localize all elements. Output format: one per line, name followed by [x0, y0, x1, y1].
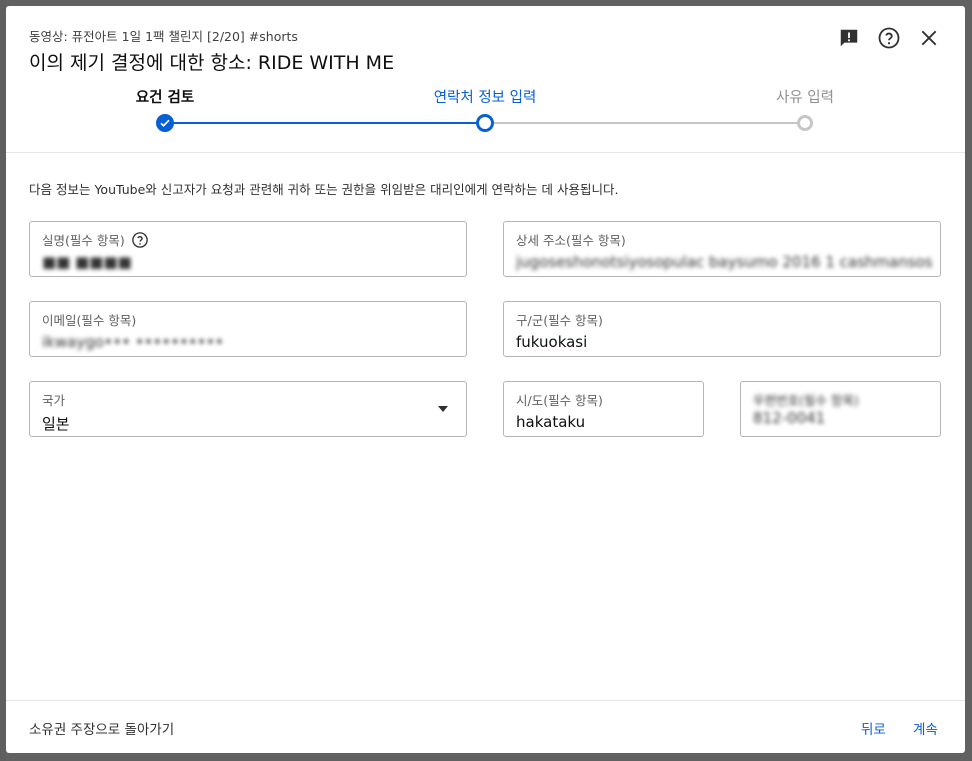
- step-line-pending: [485, 122, 805, 124]
- step-label-reason: 사유 입력: [776, 90, 834, 106]
- city-input[interactable]: hakataku: [516, 413, 585, 431]
- step-dot-contact: [476, 114, 494, 132]
- email-field-label: 이메일(필수 항목): [42, 313, 137, 328]
- close-icon[interactable]: [917, 26, 941, 50]
- name-label-text: 실명(필수 항목): [42, 233, 125, 248]
- dropdown-arrow-icon: [438, 406, 448, 412]
- appeal-dialog: 동영상: 퓨전아트 1일 1팩 챌린지 [2/20] #shorts 이의 제기…: [6, 6, 965, 753]
- help-icon[interactable]: [131, 231, 149, 249]
- help-icon[interactable]: [877, 26, 901, 50]
- address-field[interactable]: 상세 주소(필수 항목) jugoseshonotsiyosopulac bay…: [503, 221, 941, 277]
- email-field[interactable]: 이메일(필수 항목) ikwaygo••• ••••••••••: [29, 301, 467, 357]
- address-field-label: 상세 주소(필수 항목): [516, 233, 626, 248]
- district-input[interactable]: fukuokasi: [516, 333, 587, 351]
- name-field-label: 실명(필수 항목): [42, 230, 149, 249]
- step-line-completed: [165, 122, 485, 124]
- postal-input[interactable]: 812-0041: [753, 409, 825, 427]
- step-label-contact: 연락처 정보 입력: [433, 90, 537, 106]
- name-input[interactable]: ■■ ■■■■: [42, 253, 182, 271]
- postal-field-label: 우편번호(필수 항목): [753, 393, 859, 408]
- name-field[interactable]: 실명(필수 항목) ■■ ■■■■: [29, 221, 467, 277]
- country-value: 일본: [42, 415, 70, 433]
- dialog-title: 이의 제기 결정에 대한 항소: RIDE WITH ME: [29, 48, 394, 75]
- footer-divider: [6, 700, 965, 701]
- video-title: RIDE WITH ME: [251, 52, 395, 74]
- info-text: 다음 정보는 YouTube와 신고자가 요청과 관련해 귀하 또는 권한을 위…: [29, 182, 619, 197]
- back-button[interactable]: 뒤로: [861, 718, 886, 738]
- progress-stepper: 요건 검토 연락처 정보 입력 사유 입력: [6, 86, 965, 136]
- step-label-requirements: 요건 검토: [135, 90, 195, 106]
- district-field-label: 구/군(필수 항목): [516, 313, 603, 328]
- title-prefix: 이의 제기 결정에 대한 항소:: [29, 52, 252, 74]
- country-field-label: 국가: [42, 393, 66, 408]
- dialog-header: 동영상: 퓨전아트 1일 1팩 챌린지 [2/20] #shorts 이의 제기…: [6, 6, 965, 154]
- continue-button[interactable]: 계속: [913, 718, 938, 738]
- email-input[interactable]: ikwaygo••• ••••••••••: [42, 333, 232, 351]
- check-icon: [160, 119, 170, 127]
- country-select[interactable]: 국가 일본: [29, 381, 467, 437]
- city-field[interactable]: 시/도(필수 항목) hakataku: [503, 381, 704, 437]
- header-divider: [6, 152, 965, 153]
- step-dot-reason: [797, 115, 813, 131]
- address-input[interactable]: jugoseshonotsiyosopulac baysumo 2016 1 c…: [516, 253, 932, 271]
- postal-field[interactable]: 우편번호(필수 항목) 812-0041: [740, 381, 941, 437]
- step-dot-requirements: [156, 114, 174, 132]
- district-field[interactable]: 구/군(필수 항목) fukuokasi: [503, 301, 941, 357]
- back-to-claim-link[interactable]: 소유권 주장으로 돌아가기: [29, 718, 174, 738]
- city-field-label: 시/도(필수 항목): [516, 393, 603, 408]
- feedback-icon[interactable]: [837, 26, 861, 50]
- video-subtitle: 동영상: 퓨전아트 1일 1팩 챌린지 [2/20] #shorts: [29, 29, 298, 44]
